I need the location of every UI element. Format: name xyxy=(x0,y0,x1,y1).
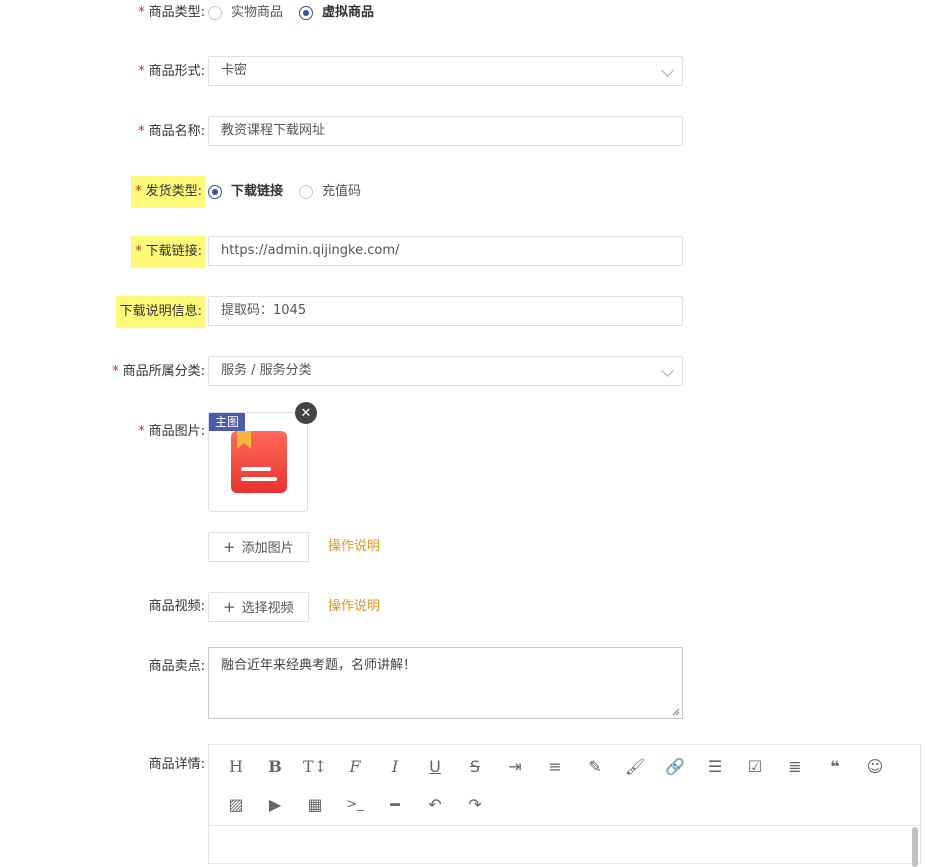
resize-handle-icon[interactable] xyxy=(672,708,680,716)
video-help-link[interactable]: 操作说明 xyxy=(328,592,380,622)
link-icon[interactable]: 🔗 xyxy=(662,753,688,779)
rich-text-editor[interactable]: H B T↕ F I U S ⇥ ≡ ✎ 🖌 🔗 ☰ ☑ ≣ ❝ ☺ ▨ ▶ ▦… xyxy=(208,744,921,867)
radio-download-link[interactable]: 下载链接 xyxy=(208,183,283,201)
image-help-link[interactable]: 操作说明 xyxy=(328,532,380,562)
redo-icon[interactable]: ↷ xyxy=(462,791,488,817)
category-row: * 商品所属分类: 服务 / 服务分类 xyxy=(0,356,925,388)
download-info-input[interactable]: 提取码：1045 xyxy=(208,296,683,326)
download-link-input[interactable]: https://admin.qijingke.com/ xyxy=(208,236,683,266)
detail-label: 商品详情: xyxy=(148,757,205,772)
product-name-row: * 商品名称: 教资课程下载网址 xyxy=(0,116,925,148)
download-link-row: * 下载链接: https://admin.qijingke.com/ xyxy=(0,236,925,268)
download-link-label: * 下载链接: xyxy=(131,236,205,268)
product-type-radios: 实物商品 虚拟商品 xyxy=(208,4,390,22)
chevron-down-icon xyxy=(661,64,674,77)
radio-recharge-code[interactable]: 充值码 xyxy=(299,183,361,201)
product-form-row: * 商品形式: 卡密 xyxy=(0,56,925,88)
radio-virtual[interactable]: 虚拟商品 xyxy=(299,4,374,22)
hr-icon[interactable]: ━ xyxy=(382,791,408,817)
chevron-down-icon xyxy=(661,364,674,377)
product-type-row: * 商品类型: 实物商品 虚拟商品 xyxy=(0,2,925,24)
code-icon[interactable]: >_ xyxy=(342,791,368,817)
indent-icon[interactable]: ⇥ xyxy=(502,753,528,779)
undo-icon[interactable]: ↶ xyxy=(422,791,448,817)
radio-physical[interactable]: 实物商品 xyxy=(208,4,283,22)
images-label: * 商品图片: xyxy=(138,424,205,439)
category-select[interactable]: 服务 / 服务分类 xyxy=(208,356,683,386)
delivery-type-label: * 发货类型: xyxy=(131,176,205,208)
quote-icon[interactable]: ❝ xyxy=(822,753,848,779)
book-icon xyxy=(231,431,287,493)
checkbox-icon[interactable]: ☑ xyxy=(742,753,768,779)
line-height-icon[interactable]: ≡ xyxy=(542,753,568,779)
product-name-label: * 商品名称: xyxy=(138,124,205,139)
brush-icon[interactable]: 🖌 xyxy=(622,753,648,779)
select-video-button[interactable]: + 选择视频 xyxy=(208,592,309,622)
product-form-select[interactable]: 卡密 xyxy=(208,56,683,86)
selling-point-textarea[interactable]: 融合近年来经典考题，名师讲解！ xyxy=(208,647,683,719)
editor-scrollbar[interactable] xyxy=(912,827,918,867)
list-icon[interactable]: ☰ xyxy=(702,753,728,779)
italic-icon[interactable]: I xyxy=(382,753,408,779)
heading-icon[interactable]: H xyxy=(223,753,249,779)
product-form-label: * 商品形式: xyxy=(138,64,205,79)
delivery-type-radios: 下载链接 充值码 xyxy=(208,183,377,201)
underline-icon[interactable]: U xyxy=(422,753,448,779)
selling-point-label: 商品卖点: xyxy=(148,659,205,674)
download-info-label: 下载说明信息: xyxy=(115,296,205,328)
bold-icon[interactable]: B xyxy=(262,753,288,779)
add-image-button[interactable]: + 添加图片 xyxy=(208,532,309,562)
table-icon[interactable]: ▦ xyxy=(302,791,328,817)
download-info-row: 下载说明信息: 提取码：1045 xyxy=(0,296,925,328)
video-label: 商品视频: xyxy=(148,599,205,614)
product-type-label: * 商品类型: xyxy=(138,5,205,20)
strikethrough-icon[interactable]: S xyxy=(462,753,488,779)
text-size-icon[interactable]: T↕ xyxy=(302,753,328,779)
video-icon[interactable]: ▶ xyxy=(262,791,288,817)
editor-toolbar: H B T↕ F I U S ⇥ ≡ ✎ 🖌 🔗 ☰ ☑ ≣ ❝ ☺ ▨ ▶ ▦… xyxy=(209,745,920,826)
category-label: * 商品所属分类: xyxy=(112,364,205,379)
delivery-type-row: * 发货类型: 下载链接 充值码 xyxy=(0,176,925,208)
plus-icon: + xyxy=(223,598,236,616)
product-image-thumb[interactable]: 主图 xyxy=(208,412,308,512)
remove-image-icon[interactable]: ✕ xyxy=(295,402,317,424)
product-name-input[interactable]: 教资课程下载网址 xyxy=(208,116,683,146)
font-icon[interactable]: F xyxy=(342,753,368,779)
emoji-icon[interactable]: ☺ xyxy=(862,753,888,779)
pen-icon[interactable]: ✎ xyxy=(582,753,608,779)
align-icon[interactable]: ≣ xyxy=(782,753,808,779)
image-icon[interactable]: ▨ xyxy=(223,791,249,817)
plus-icon: + xyxy=(223,538,236,556)
